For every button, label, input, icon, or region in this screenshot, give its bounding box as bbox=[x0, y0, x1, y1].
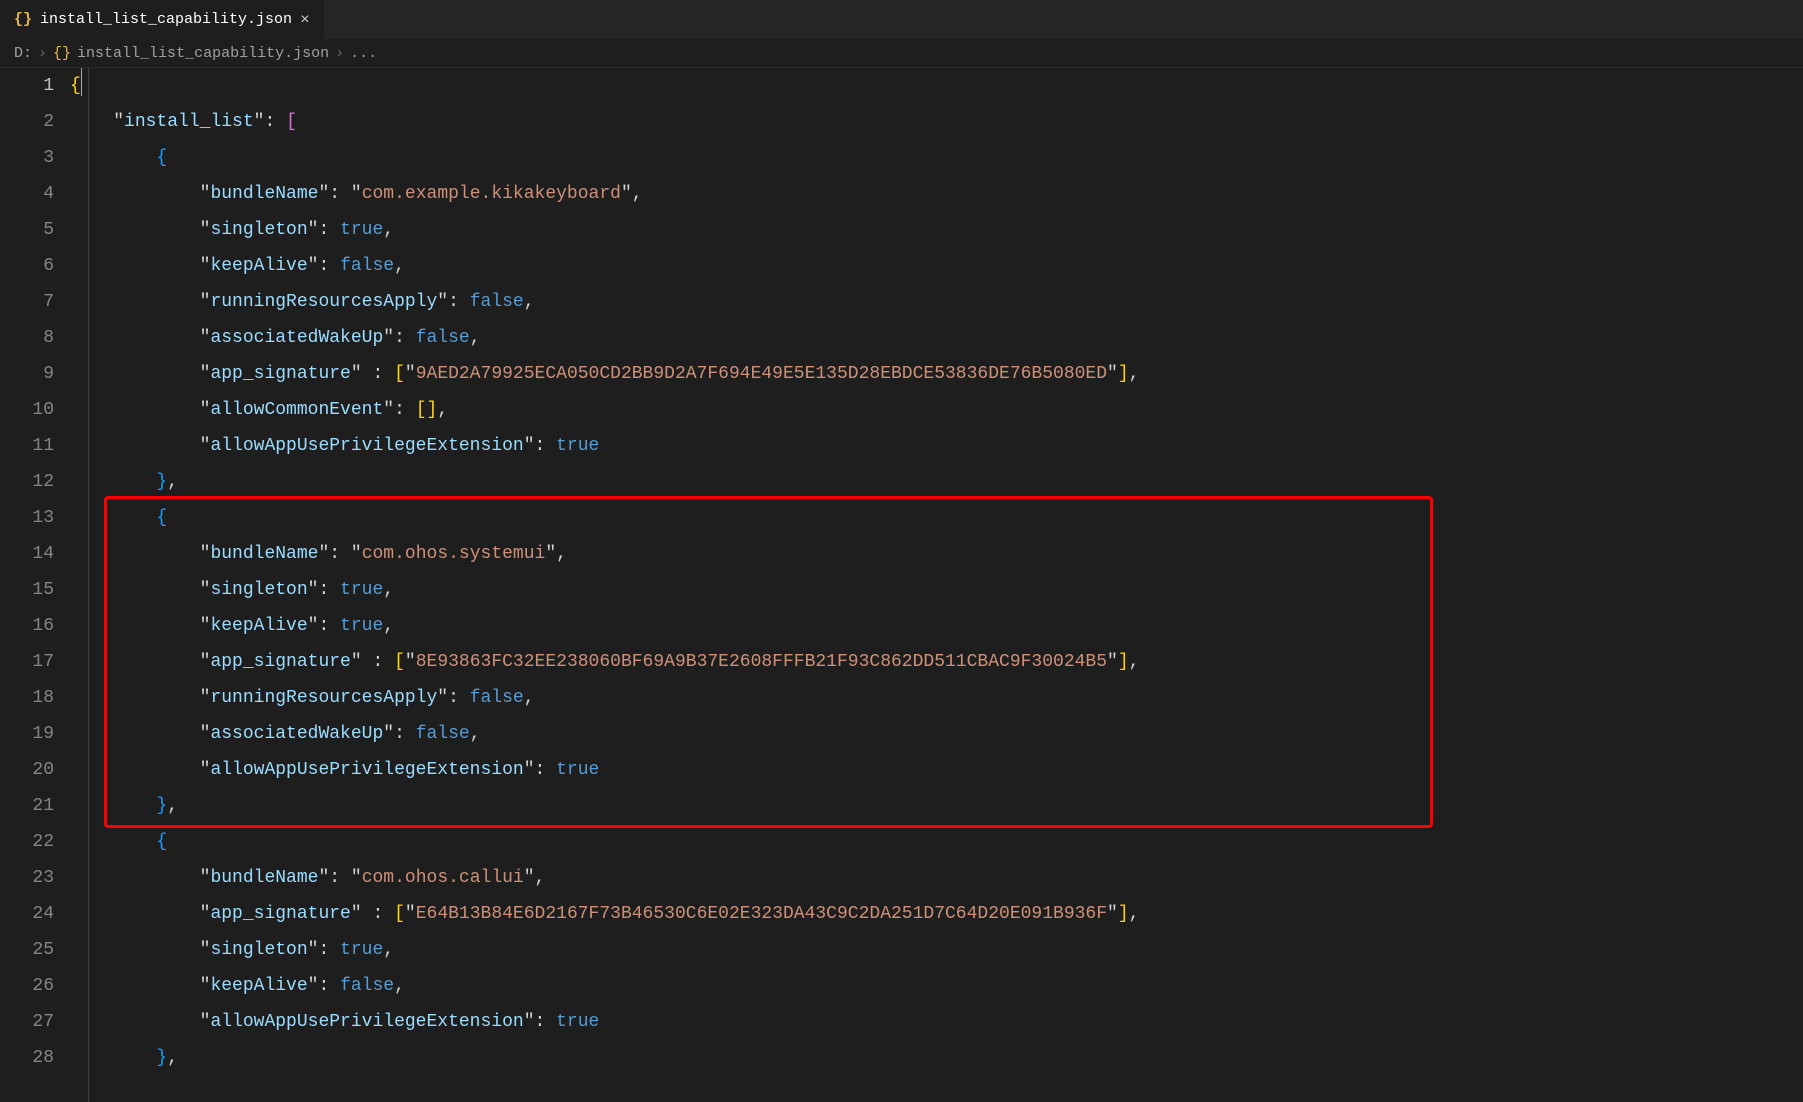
line-number: 10 bbox=[0, 392, 54, 428]
line-number: 24 bbox=[0, 896, 54, 932]
chevron-right-icon: › bbox=[335, 45, 344, 62]
chevron-right-icon: › bbox=[38, 45, 47, 62]
code-line[interactable]: "allowCommonEvent": [], bbox=[70, 392, 1803, 428]
code-line[interactable]: "associatedWakeUp": false, bbox=[70, 716, 1803, 752]
line-number: 8 bbox=[0, 320, 54, 356]
code-line[interactable]: { bbox=[70, 140, 1803, 176]
json-icon: {} bbox=[53, 45, 71, 62]
code-line[interactable]: }, bbox=[70, 788, 1803, 824]
code-line[interactable]: "allowAppUsePrivilegeExtension": true bbox=[70, 428, 1803, 464]
code-line[interactable]: { bbox=[70, 500, 1803, 536]
code-line[interactable]: "bundleName": "com.ohos.callui", bbox=[70, 860, 1803, 896]
code-line[interactable]: "app_signature" : ["8E93863FC32EE238060B… bbox=[70, 644, 1803, 680]
line-number: 27 bbox=[0, 1004, 54, 1040]
line-number: 13 bbox=[0, 500, 54, 536]
line-number: 5 bbox=[0, 212, 54, 248]
breadcrumb-tail: ... bbox=[350, 45, 377, 62]
line-number: 16 bbox=[0, 608, 54, 644]
line-number: 15 bbox=[0, 572, 54, 608]
code-line[interactable]: "keepAlive": false, bbox=[70, 248, 1803, 284]
code-line[interactable]: "bundleName": "com.example.kikakeyboard"… bbox=[70, 176, 1803, 212]
code-line[interactable]: "runningResourcesApply": false, bbox=[70, 284, 1803, 320]
breadcrumb-drive: D: bbox=[14, 45, 32, 62]
code-line[interactable]: "app_signature" : ["E64B13B84E6D2167F73B… bbox=[70, 896, 1803, 932]
code-line[interactable]: "keepAlive": true, bbox=[70, 608, 1803, 644]
code-content[interactable]: { "install_list": [ { "bundleName": "com… bbox=[70, 68, 1803, 1102]
json-icon: {} bbox=[14, 11, 32, 28]
code-line[interactable]: { bbox=[70, 68, 1803, 104]
line-number: 7 bbox=[0, 284, 54, 320]
code-line[interactable]: }, bbox=[70, 1040, 1803, 1076]
line-number: 9 bbox=[0, 356, 54, 392]
line-number: 1 bbox=[0, 68, 54, 104]
code-line[interactable]: "singleton": true, bbox=[70, 212, 1803, 248]
code-line[interactable]: "keepAlive": false, bbox=[70, 968, 1803, 1004]
line-number: 19 bbox=[0, 716, 54, 752]
breadcrumb-filename: install_list_capability.json bbox=[77, 45, 329, 62]
line-number: 4 bbox=[0, 176, 54, 212]
line-number: 6 bbox=[0, 248, 54, 284]
line-number: 21 bbox=[0, 788, 54, 824]
line-number: 26 bbox=[0, 968, 54, 1004]
code-line[interactable]: "allowAppUsePrivilegeExtension": true bbox=[70, 1004, 1803, 1040]
code-line[interactable]: "bundleName": "com.ohos.systemui", bbox=[70, 536, 1803, 572]
line-number: 22 bbox=[0, 824, 54, 860]
line-number: 3 bbox=[0, 140, 54, 176]
line-number: 18 bbox=[0, 680, 54, 716]
code-line[interactable]: "associatedWakeUp": false, bbox=[70, 320, 1803, 356]
line-number: 14 bbox=[0, 536, 54, 572]
line-number: 23 bbox=[0, 860, 54, 896]
line-number: 12 bbox=[0, 464, 54, 500]
code-line[interactable]: "allowAppUsePrivilegeExtension": true bbox=[70, 752, 1803, 788]
line-number: 11 bbox=[0, 428, 54, 464]
code-editor[interactable]: 1234567891011121314151617181920212223242… bbox=[0, 68, 1803, 1102]
line-number: 20 bbox=[0, 752, 54, 788]
line-number: 17 bbox=[0, 644, 54, 680]
close-icon[interactable]: × bbox=[300, 11, 310, 29]
line-number: 25 bbox=[0, 932, 54, 968]
breadcrumb[interactable]: D: › {} install_list_capability.json › .… bbox=[0, 40, 1803, 68]
editor-tab[interactable]: {} install_list_capability.json × bbox=[0, 0, 324, 39]
code-line[interactable]: "singleton": true, bbox=[70, 932, 1803, 968]
code-line[interactable]: }, bbox=[70, 464, 1803, 500]
tab-filename: install_list_capability.json bbox=[40, 11, 292, 28]
code-line[interactable]: { bbox=[70, 824, 1803, 860]
tab-bar: {} install_list_capability.json × bbox=[0, 0, 1803, 40]
line-number-gutter: 1234567891011121314151617181920212223242… bbox=[0, 68, 70, 1102]
code-line[interactable]: "install_list": [ bbox=[70, 104, 1803, 140]
code-line[interactable]: "singleton": true, bbox=[70, 572, 1803, 608]
code-line[interactable]: "app_signature" : ["9AED2A79925ECA050CD2… bbox=[70, 356, 1803, 392]
line-number: 2 bbox=[0, 104, 54, 140]
code-line[interactable]: "runningResourcesApply": false, bbox=[70, 680, 1803, 716]
line-number: 28 bbox=[0, 1040, 54, 1076]
